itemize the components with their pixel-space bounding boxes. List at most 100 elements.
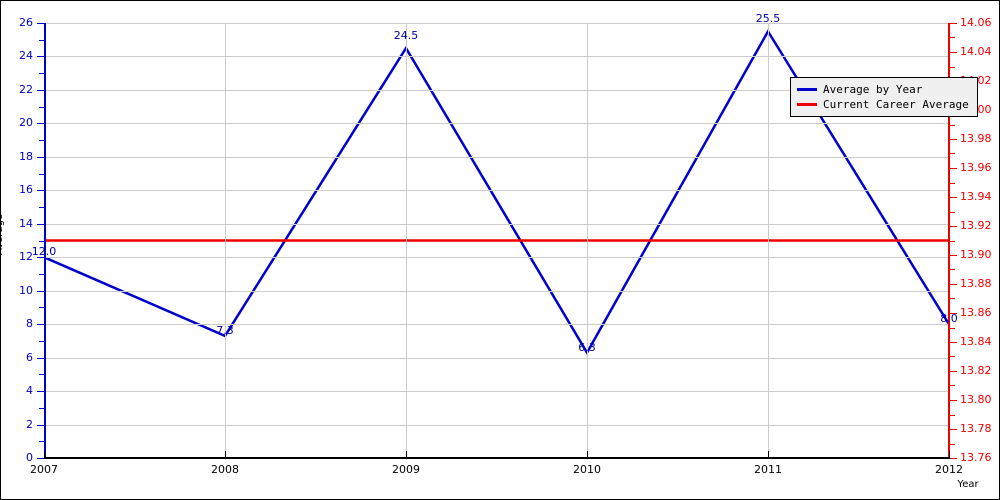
- left-axis-tick: [39, 307, 44, 308]
- x-axis-tick-label: 2007: [30, 463, 58, 476]
- gridline-vertical: [406, 23, 407, 458]
- right-axis-tick-label: 14.06: [960, 16, 992, 29]
- data-point-label: 8.0: [940, 312, 958, 326]
- left-axis-tick-label: 14: [19, 216, 33, 230]
- left-axis-tick: [37, 324, 44, 325]
- gridline-horizontal: [44, 324, 949, 325]
- x-axis-tick-label: 2012: [935, 463, 963, 476]
- gridline-vertical: [587, 23, 588, 458]
- legend-swatch-average-by-year: [797, 88, 817, 91]
- right-axis-minor-tick: [950, 241, 955, 242]
- data-point-label: 6.3: [578, 340, 596, 354]
- right-axis-tick-label: 13.94: [960, 190, 992, 203]
- right-axis-minor-tick: [950, 298, 955, 299]
- right-axis-tick: [950, 226, 957, 227]
- left-axis-tick: [37, 224, 44, 225]
- right-axis-tick-label: 13.96: [960, 161, 992, 174]
- left-axis-tick: [39, 441, 44, 442]
- legend-item-current-career-average[interactable]: Current Career Average: [797, 97, 969, 112]
- left-axis-tick: [37, 90, 44, 91]
- left-axis-tick-label: 20: [19, 116, 33, 130]
- gridline-horizontal: [44, 291, 949, 292]
- gridline-horizontal: [44, 257, 949, 258]
- left-axis-tick-label: 10: [19, 283, 33, 297]
- data-point-label: 24.5: [393, 29, 419, 43]
- left-axis-tick: [39, 341, 44, 342]
- legend-swatch-current-career-average: [797, 103, 817, 106]
- right-axis-tick: [950, 23, 957, 24]
- right-axis-tick: [950, 284, 957, 285]
- right-axis-tick-label: 13.84: [960, 335, 992, 348]
- gridline-vertical: [225, 23, 226, 458]
- right-axis-tick: [950, 168, 957, 169]
- left-axis-tick-label: 8: [26, 317, 33, 331]
- right-axis-tick: [950, 197, 957, 198]
- right-axis-minor-tick: [950, 444, 955, 445]
- legend-item-average-by-year[interactable]: Average by Year: [797, 82, 969, 97]
- left-axis-tick: [39, 140, 44, 141]
- right-axis-minor-tick: [950, 328, 955, 329]
- left-axis-tick-label: 24: [19, 49, 33, 63]
- right-axis-minor-tick: [950, 37, 955, 38]
- left-axis-tick: [37, 157, 44, 158]
- left-axis-tick: [39, 73, 44, 74]
- legend-label-average-by-year: Average by Year: [823, 83, 923, 96]
- gridline-horizontal: [44, 425, 949, 426]
- gridline-horizontal: [44, 56, 949, 57]
- data-point-label: 12.0: [31, 245, 57, 259]
- left-axis-tick: [37, 23, 44, 24]
- left-axis-tick: [37, 291, 44, 292]
- left-axis-tick: [37, 458, 44, 459]
- x-axis: [44, 457, 950, 459]
- left-axis-tick-label: 26: [19, 16, 33, 29]
- left-y-axis: [44, 23, 46, 458]
- right-axis-tick-label: 13.98: [960, 132, 992, 145]
- y-axis-title: Average: [0, 213, 6, 256]
- left-axis-tick: [37, 56, 44, 57]
- x-axis-tick: [44, 451, 45, 458]
- right-axis-tick-label: 14.04: [960, 45, 992, 58]
- left-axis-tick: [39, 274, 44, 275]
- x-axis-tick-label: 2009: [392, 463, 420, 476]
- gridline-horizontal: [44, 157, 949, 158]
- left-axis-tick-label: 6: [26, 350, 33, 364]
- left-axis-tick: [39, 408, 44, 409]
- legend-label-current-career-average: Current Career Average: [823, 98, 969, 111]
- right-axis-tick-label: 13.90: [960, 248, 992, 261]
- data-point-label: 7.3: [216, 323, 234, 337]
- x-axis-tick: [406, 451, 407, 458]
- gridline-vertical: [768, 23, 769, 458]
- gridline-horizontal: [44, 123, 949, 124]
- right-axis-tick-label: 13.78: [960, 422, 992, 435]
- x-axis-tick: [768, 451, 769, 458]
- line-chart: 0 2 4 6 8 10 12 14 16 18 20 22 24 26 13.76 13.78 13.80 1…: [0, 0, 1000, 500]
- right-axis-tick: [950, 255, 957, 256]
- left-axis-tick-label: 18: [19, 149, 33, 163]
- x-axis-tick: [587, 451, 588, 458]
- x-axis-tick-label: 2011: [754, 463, 782, 476]
- right-axis-minor-tick: [950, 125, 955, 126]
- gridline-horizontal: [44, 224, 949, 225]
- left-axis-tick: [39, 107, 44, 108]
- left-axis-tick-label: 16: [19, 183, 33, 197]
- right-axis-minor-tick: [950, 183, 955, 184]
- gridline-horizontal: [44, 358, 949, 359]
- left-axis-tick: [39, 40, 44, 41]
- x-axis-tick-label: 2008: [211, 463, 239, 476]
- left-axis-tick-label: 0: [26, 451, 33, 464]
- right-axis-minor-tick: [950, 212, 955, 213]
- chart-legend: Average by Year Current Career Average: [790, 77, 978, 117]
- left-axis-tick: [39, 374, 44, 375]
- right-axis-tick-label: 13.80: [960, 393, 992, 406]
- left-axis-tick: [37, 391, 44, 392]
- right-axis-minor-tick: [950, 67, 955, 68]
- x-axis-tick: [225, 451, 226, 458]
- right-axis-tick: [950, 139, 957, 140]
- right-axis-tick: [950, 400, 957, 401]
- x-axis-tick-label: 2010: [573, 463, 601, 476]
- left-axis-tick: [39, 174, 44, 175]
- right-axis-minor-tick: [950, 415, 955, 416]
- data-point-label: 25.5: [755, 12, 781, 26]
- gridline-horizontal: [44, 23, 949, 24]
- left-axis-tick: [37, 123, 44, 124]
